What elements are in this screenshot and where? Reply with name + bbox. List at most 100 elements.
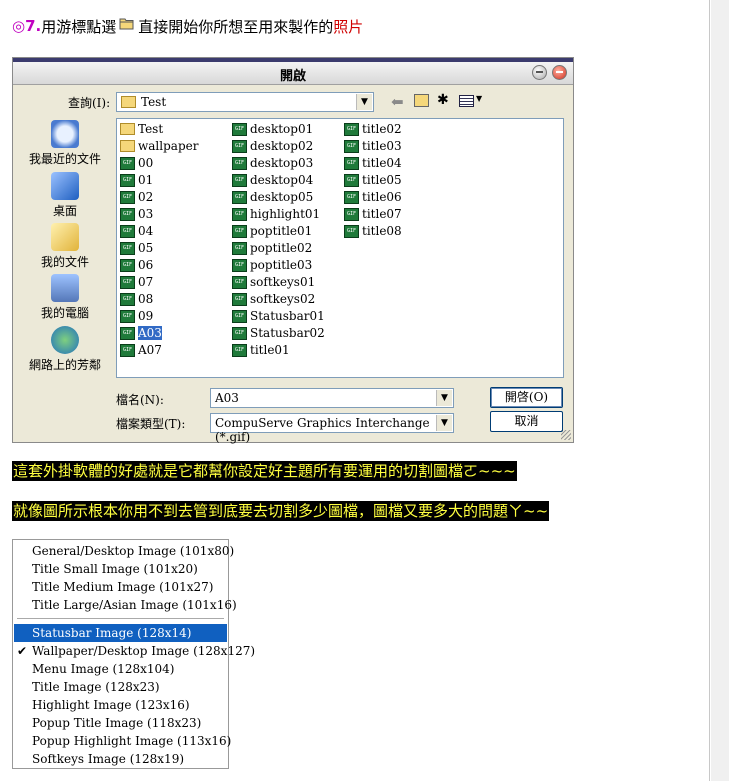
menu-item-label: Title Medium Image (101x27)	[32, 580, 214, 594]
file-item[interactable]: GIF 06	[120, 257, 153, 273]
file-item[interactable]: Test	[120, 121, 163, 137]
file-item[interactable]: GIF poptitle03	[232, 257, 312, 273]
new-folder-icon[interactable]: ✱	[437, 92, 449, 108]
filename-field[interactable]: A03 ▼	[210, 388, 454, 408]
file-item[interactable]: GIF title01	[232, 342, 290, 358]
file-item[interactable]: GIF highlight01	[232, 206, 320, 222]
filename-value: A03	[215, 391, 239, 405]
file-name: wallpaper	[138, 139, 199, 153]
cancel-button[interactable]: 取消	[490, 411, 563, 432]
menu-item-label: Menu Image (128x104)	[32, 662, 175, 676]
file-item[interactable]: GIF 09	[120, 308, 153, 324]
step-instruction: ◎7. 用游標點選 直接開始你所想至用來製作的 照片	[12, 14, 363, 38]
chevron-down-icon[interactable]: ▼	[356, 94, 372, 110]
lookin-value: Test	[141, 95, 167, 109]
gif-file-icon: GIF	[120, 207, 135, 221]
gif-file-icon: GIF	[232, 173, 247, 187]
file-name: A07	[138, 343, 162, 357]
file-item[interactable]: GIF title06	[344, 189, 402, 205]
menu-item[interactable]: Menu Image (128x104)	[14, 660, 227, 678]
gif-file-icon: GIF	[120, 292, 135, 306]
view-dropdown-icon[interactable]: ▼	[476, 94, 482, 103]
file-item[interactable]: GIF 08	[120, 291, 153, 307]
file-list[interactable]: Test wallpaper GIF 00 GIF 01 GIF 02 GIF 03 GIF 04 GI…	[116, 118, 564, 378]
menu-item[interactable]: Softkeys Image (128x19)	[14, 750, 227, 768]
file-item[interactable]: GIF A03	[120, 325, 162, 341]
file-item[interactable]: GIF title04	[344, 155, 402, 171]
minimize-button[interactable]	[532, 65, 547, 80]
place-documents[interactable]: 我的文件	[19, 223, 111, 270]
note-line-1: 這套外掛軟體的好處就是它都幫你設定好主題所有要運用的切割圖檔ㄛ~~~	[12, 461, 517, 481]
gif-file-icon: GIF	[120, 173, 135, 187]
back-arrow-icon[interactable]: ⬅	[391, 93, 404, 111]
filetype-select[interactable]: CompuServe Graphics Interchange (*.gif) …	[210, 413, 454, 444]
file-name: Statusbar01	[250, 309, 325, 323]
file-item[interactable]: GIF poptitle02	[232, 240, 312, 256]
file-item[interactable]: GIF 03	[120, 206, 153, 222]
file-name: 08	[138, 292, 154, 306]
gif-file-icon: GIF	[232, 241, 247, 255]
file-item[interactable]: GIF title08	[344, 223, 402, 239]
file-item[interactable]: GIF title02	[344, 121, 402, 137]
file-item[interactable]: GIF 07	[120, 274, 153, 290]
menu-item[interactable]: Title Medium Image (101x27)	[14, 578, 227, 596]
file-item[interactable]: GIF softkeys01	[232, 274, 315, 290]
up-folder-icon[interactable]	[414, 94, 429, 107]
gif-file-icon: GIF	[232, 224, 247, 238]
menu-item[interactable]: Popup Title Image (118x23)	[14, 714, 227, 732]
file-item[interactable]: GIF 04	[120, 223, 153, 239]
resize-grip-icon[interactable]	[561, 430, 571, 440]
file-item[interactable]: GIF desktop01	[232, 121, 313, 137]
place-recent[interactable]: 我最近的文件	[19, 120, 111, 167]
lookin-combo[interactable]: Test ▼	[116, 92, 374, 112]
gif-file-icon: GIF	[120, 156, 135, 170]
chevron-down-icon[interactable]: ▼	[436, 415, 452, 431]
file-item[interactable]: GIF softkeys02	[232, 291, 315, 307]
menu-item[interactable]: ✔ Wallpaper/Desktop Image (128x127)	[14, 642, 255, 660]
step-number: ◎7.	[12, 17, 42, 35]
menu-item[interactable]: Popup Highlight Image (113x16)	[14, 732, 231, 750]
file-name: A03	[138, 326, 162, 340]
menu-item-label: Popup Highlight Image (113x16)	[32, 734, 232, 748]
file-item[interactable]: GIF 02	[120, 189, 153, 205]
file-item[interactable]: GIF 01	[120, 172, 153, 188]
menu-item[interactable]: Title Small Image (101x20)	[14, 560, 227, 578]
file-item[interactable]: GIF poptitle01	[232, 223, 312, 239]
file-item[interactable]: GIF desktop02	[232, 138, 313, 154]
menu-item[interactable]: Highlight Image (123x16)	[14, 696, 227, 714]
lookin-label: 查詢(I):	[68, 96, 111, 110]
place-computer[interactable]: 我的電腦	[19, 274, 111, 321]
file-item[interactable]: GIF A07	[120, 342, 162, 358]
folder-icon	[121, 96, 136, 108]
file-item[interactable]: GIF 05	[120, 240, 153, 256]
dialog-titlebar[interactable]: 開啟	[13, 62, 573, 85]
menu-item[interactable]: Statusbar Image (128x14)	[14, 624, 227, 642]
menu-item[interactable]: General/Desktop Image (101x80)	[14, 542, 234, 560]
gif-file-icon: GIF	[120, 343, 135, 357]
file-item[interactable]: GIF title07	[344, 206, 402, 222]
file-item[interactable]: GIF desktop05	[232, 189, 313, 205]
menu-item[interactable]: Title Image (128x23)	[14, 678, 227, 696]
file-item[interactable]: GIF desktop03	[232, 155, 313, 171]
place-network[interactable]: 網路上的芳鄰	[19, 326, 111, 373]
gif-file-icon: GIF	[344, 122, 359, 136]
chevron-down-icon[interactable]: ▼	[436, 390, 452, 406]
right-scrollbar[interactable]	[709, 0, 729, 781]
file-item[interactable]: GIF Statusbar02	[232, 325, 325, 341]
file-item[interactable]: GIF Statusbar01	[232, 308, 325, 324]
gif-file-icon: GIF	[120, 326, 135, 340]
menu-item[interactable]: Title Large/Asian Image (101x16)	[14, 596, 237, 614]
file-item[interactable]: wallpaper	[120, 138, 198, 154]
gif-file-icon: GIF	[120, 241, 135, 255]
file-item[interactable]: GIF title03	[344, 138, 402, 154]
place-desktop[interactable]: 桌面	[19, 172, 111, 219]
file-item[interactable]: GIF desktop04	[232, 172, 313, 188]
gif-file-icon: GIF	[232, 122, 247, 136]
file-item[interactable]: GIF title05	[344, 172, 402, 188]
view-menu-icon[interactable]	[459, 95, 474, 107]
file-name: title06	[362, 190, 402, 204]
file-item[interactable]: GIF 00	[120, 155, 153, 171]
gif-file-icon: GIF	[344, 173, 359, 187]
open-button[interactable]: 開啓(O)	[490, 387, 563, 408]
close-button[interactable]	[552, 65, 567, 80]
